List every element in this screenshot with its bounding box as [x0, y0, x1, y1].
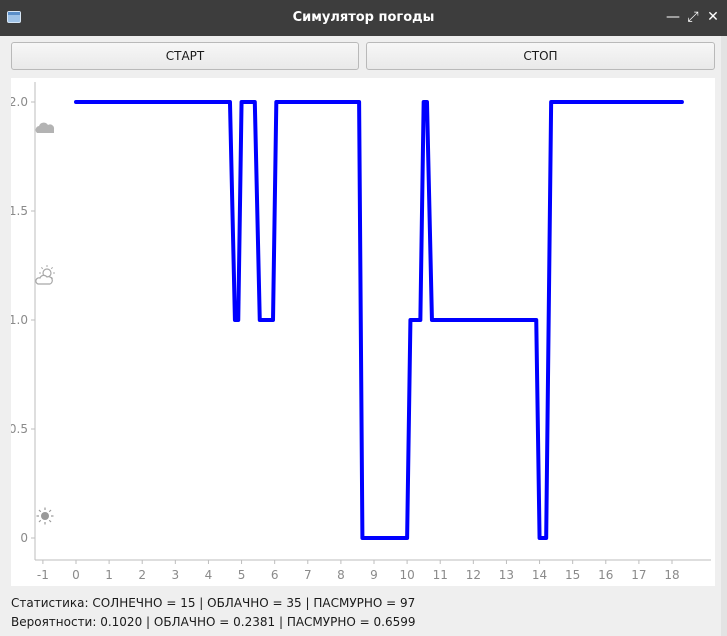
title-bar[interactable]: Симулятор погоды — ⤢ ✕ — [0, 0, 727, 36]
minimize-icon[interactable]: — — [665, 9, 681, 25]
x-tick-label: 15 — [565, 568, 580, 582]
series-line — [74, 100, 684, 540]
partly-cloudy-icon — [35, 265, 55, 285]
y-tick-label: 0.5 — [11, 422, 28, 436]
x-tick-label: 18 — [664, 568, 679, 582]
x-tick-label: 0 — [72, 568, 80, 582]
window-title: Симулятор погоды — [292, 10, 435, 25]
x-tick-label: 2 — [138, 568, 146, 582]
start-button[interactable]: СТАРТ — [11, 42, 359, 70]
x-tick-label: 5 — [238, 568, 246, 582]
x-tick-label: 3 — [172, 568, 180, 582]
y-tick-label: 0 — [20, 531, 28, 545]
cloud-icon — [35, 122, 55, 133]
x-tick-label: 6 — [271, 568, 279, 582]
sun-icon — [36, 507, 54, 525]
x-tick-label: 8 — [337, 568, 345, 582]
x-tick-label: 14 — [532, 568, 547, 582]
y-tick-label: 1.5 — [11, 204, 28, 218]
close-icon[interactable]: ✕ — [705, 9, 721, 25]
x-tick-label: 10 — [399, 568, 414, 582]
x-tick-label: 11 — [433, 568, 448, 582]
x-tick-label: 16 — [598, 568, 613, 582]
x-tick-label: 17 — [631, 568, 646, 582]
x-tick-label: 1 — [105, 568, 113, 582]
stop-button[interactable]: СТОП — [366, 42, 715, 70]
statistics-text: Статистика: СОЛНЕЧНО = 15 | ОБЛАЧНО = 35… — [11, 596, 416, 610]
y-tick-label: 2.0 — [11, 95, 28, 109]
app-window: Симулятор погоды — ⤢ ✕ СТАРТ СТОП -1 0 1 2 3… — [0, 0, 727, 636]
maximize-icon[interactable]: ⤢ — [685, 9, 701, 25]
x-tick-label: 9 — [370, 568, 378, 582]
weather-plot: -1 0 1 2 3 4 5 6 7 8 9 10 11 12 13 14 15 16 17 18 0 0.5 1.0 1.5… — [11, 78, 715, 586]
x-tick-label: 12 — [466, 568, 481, 582]
probabilities-text: Вероятности: 0.1020 | ОБЛАЧНО = 0.2381 |… — [11, 615, 416, 629]
x-tick-label: 4 — [205, 568, 213, 582]
plot-canvas: -1 0 1 2 3 4 5 6 7 8 9 10 11 12 13 14 15 16 17 1800.51.01.5… — [11, 82, 711, 582]
x-tick-label: 13 — [499, 568, 514, 582]
x-tick-label: -1 — [37, 568, 49, 582]
window-edge — [721, 36, 727, 636]
y-tick-label: 1.0 — [11, 313, 28, 327]
x-tick-label: 7 — [304, 568, 312, 582]
